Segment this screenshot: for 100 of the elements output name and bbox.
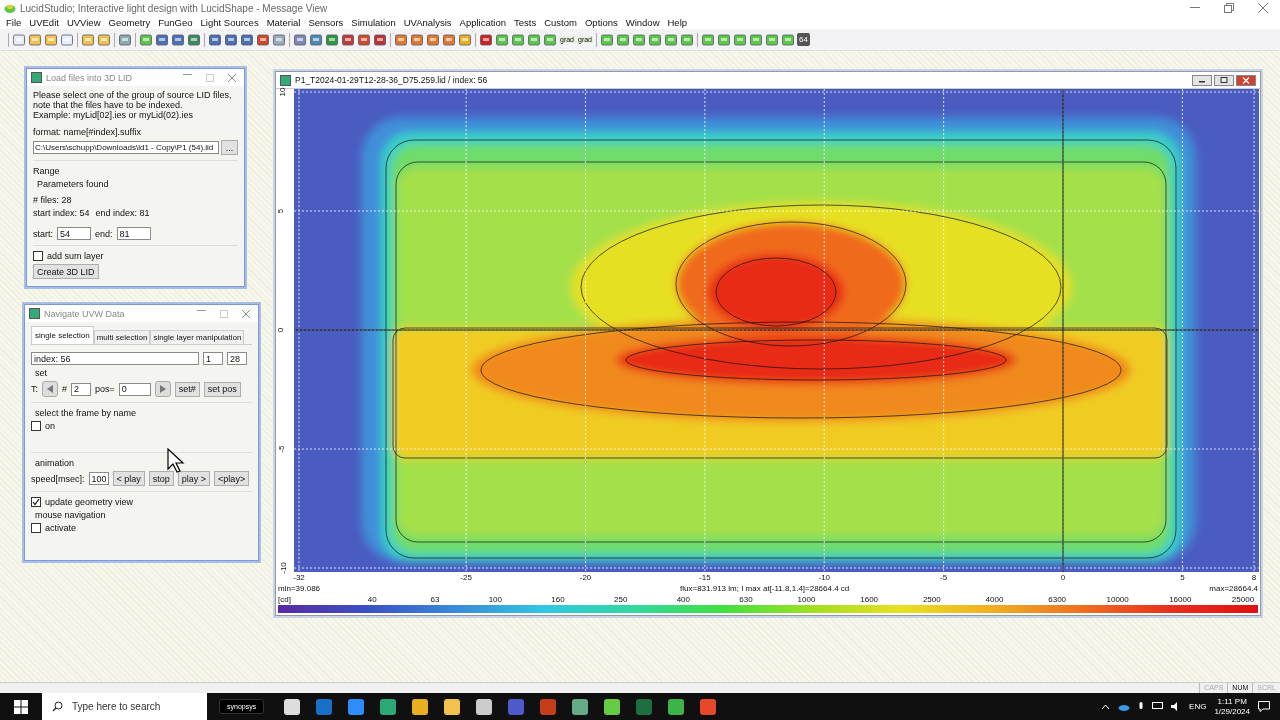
x-axis-label: -10: [818, 573, 831, 582]
scale-label: 6300: [1047, 595, 1068, 605]
checkbox[interactable]: [31, 421, 41, 431]
playback-button[interactable]: < play: [112, 471, 145, 486]
clock[interactable]: 1:11 PM 1/29/2024: [1214, 696, 1250, 717]
unit-label: [cd]: [278, 595, 292, 605]
x-axis-label: 8: [1251, 573, 1257, 582]
network-icon[interactable]: [1152, 702, 1164, 711]
menu-item[interactable]: Application: [455, 17, 511, 28]
notification-icon[interactable]: [1258, 701, 1270, 712]
y-axis-label: -5: [277, 445, 287, 453]
frame-field[interactable]: 2: [71, 382, 92, 396]
browse-button[interactable]: ...: [221, 140, 238, 155]
playback-button[interactable]: <play>: [214, 471, 250, 486]
scale-label: 1600: [859, 595, 880, 605]
scale-label: 100: [487, 595, 503, 605]
menu-item[interactable]: FunGeo: [154, 17, 197, 28]
menu-item[interactable]: Geometry: [104, 17, 155, 28]
y-axis-label: 0: [275, 327, 285, 333]
search-field[interactable]: Type here to search: [42, 693, 207, 720]
scale-label: 160: [550, 595, 566, 605]
previous-button[interactable]: [42, 381, 58, 397]
left-triangle-icon: [46, 385, 54, 393]
end-label: end:: [95, 228, 113, 239]
close-button[interactable]: [1236, 74, 1256, 86]
speed-label: speed[msec]:: [31, 473, 85, 484]
section-title: mouse navigation: [34, 510, 107, 520]
menu-item[interactable]: Help: [663, 17, 692, 28]
y-axis-label: -10: [279, 562, 289, 574]
scale-label: 2500: [921, 595, 942, 605]
menu-item[interactable]: Tests: [510, 17, 541, 28]
app-title: LucidStudio; Interactive light design with LucidShape - Message View: [20, 2, 329, 14]
checkbox-label: update geometry view: [45, 497, 134, 507]
end-index-text: end index: 81: [95, 208, 150, 218]
y-axis-label: 10: [277, 87, 287, 97]
menu-item[interactable]: UVEdit: [25, 17, 63, 28]
section-title: animation: [34, 458, 76, 468]
tab[interactable]: multi selection: [93, 330, 151, 344]
cursor-icon: [167, 448, 185, 474]
parameters-label: Parameters found: [36, 179, 110, 189]
menu-item[interactable]: UVView: [62, 17, 105, 28]
tab[interactable]: single layer manipulation: [150, 330, 245, 344]
chevron-icon[interactable]: [1101, 703, 1111, 710]
start-label: start:: [33, 228, 53, 239]
minimize-icon[interactable]: [197, 309, 206, 312]
close-icon[interactable]: [242, 309, 250, 318]
minimize-icon[interactable]: [183, 73, 192, 76]
menu-item[interactable]: File: [2, 17, 26, 28]
index-max-field[interactable]: 28: [227, 352, 247, 365]
language-indicator[interactable]: ENG: [1189, 702, 1207, 711]
end-field[interactable]: 81: [116, 227, 151, 240]
set-frame-button[interactable]: set#: [174, 381, 200, 397]
menu-item[interactable]: Custom: [540, 17, 581, 28]
app-logo-icon: [4, 2, 16, 14]
menu-item[interactable]: Options: [580, 17, 622, 28]
create-button[interactable]: Create 3D LID: [33, 264, 99, 279]
start-icon[interactable]: [14, 699, 28, 714]
dialog-title: Navigate UVW Data: [44, 308, 126, 319]
pos-label: pos=: [95, 384, 115, 394]
close-icon[interactable]: [228, 73, 236, 82]
range-title: Range: [33, 166, 61, 176]
speed-field[interactable]: 100: [88, 472, 109, 485]
scale-label: 630: [738, 595, 754, 605]
cloud-icon[interactable]: [1118, 702, 1131, 711]
path-field[interactable]: C:\Users\schupp\Downloads\ld1 - Copy\P1 (54).lid: [33, 141, 219, 154]
checkbox[interactable]: [31, 497, 41, 507]
menu-item[interactable]: UVAnalysis: [399, 17, 456, 28]
maximize-icon: [1220, 77, 1228, 83]
scale-label: 16000: [1168, 595, 1193, 605]
checkbox[interactable]: [31, 523, 41, 533]
index-field[interactable]: index: 56: [31, 352, 199, 365]
pos-field[interactable]: 0: [118, 382, 151, 396]
scale-label: 40: [366, 595, 378, 605]
minimize-button[interactable]: [1192, 74, 1212, 86]
instructions-text: Please select one of the group of source LID files, note that the files have to be indexed. Example: myLid[02].ies or myLid(02).ies: [33, 90, 233, 120]
index-min-field[interactable]: 1: [203, 352, 223, 365]
menu-item[interactable]: Window: [621, 17, 664, 28]
x-axis-label: 5: [1180, 573, 1185, 582]
next-button[interactable]: [154, 381, 171, 397]
menu-item[interactable]: Material: [262, 17, 305, 28]
x-axis-label: 0: [1060, 573, 1066, 582]
scale-label: 1000: [796, 595, 817, 605]
tab[interactable]: single selection: [31, 326, 94, 344]
menu-item[interactable]: Simulation: [347, 17, 400, 28]
start-field[interactable]: 54: [57, 227, 91, 240]
menu-item[interactable]: Sensors: [304, 17, 348, 28]
microphone-icon[interactable]: [1138, 701, 1145, 712]
t-label: T:: [31, 384, 38, 394]
maximize-button[interactable]: [1214, 74, 1234, 86]
search-icon: [52, 701, 63, 712]
scale-label: 4000: [984, 595, 1005, 605]
playback-button[interactable]: play >: [177, 471, 211, 486]
set-pos-button[interactable]: set pos: [203, 381, 241, 397]
bits-badge[interactable]: 64: [797, 33, 810, 46]
x-axis-label: -25: [460, 573, 472, 582]
menu-item[interactable]: Light Sources: [196, 17, 263, 28]
scale-label: 400: [675, 595, 692, 605]
playback-button[interactable]: stop: [148, 471, 174, 486]
checkbox[interactable]: [33, 251, 43, 261]
x-axis-label: -5: [940, 573, 948, 582]
